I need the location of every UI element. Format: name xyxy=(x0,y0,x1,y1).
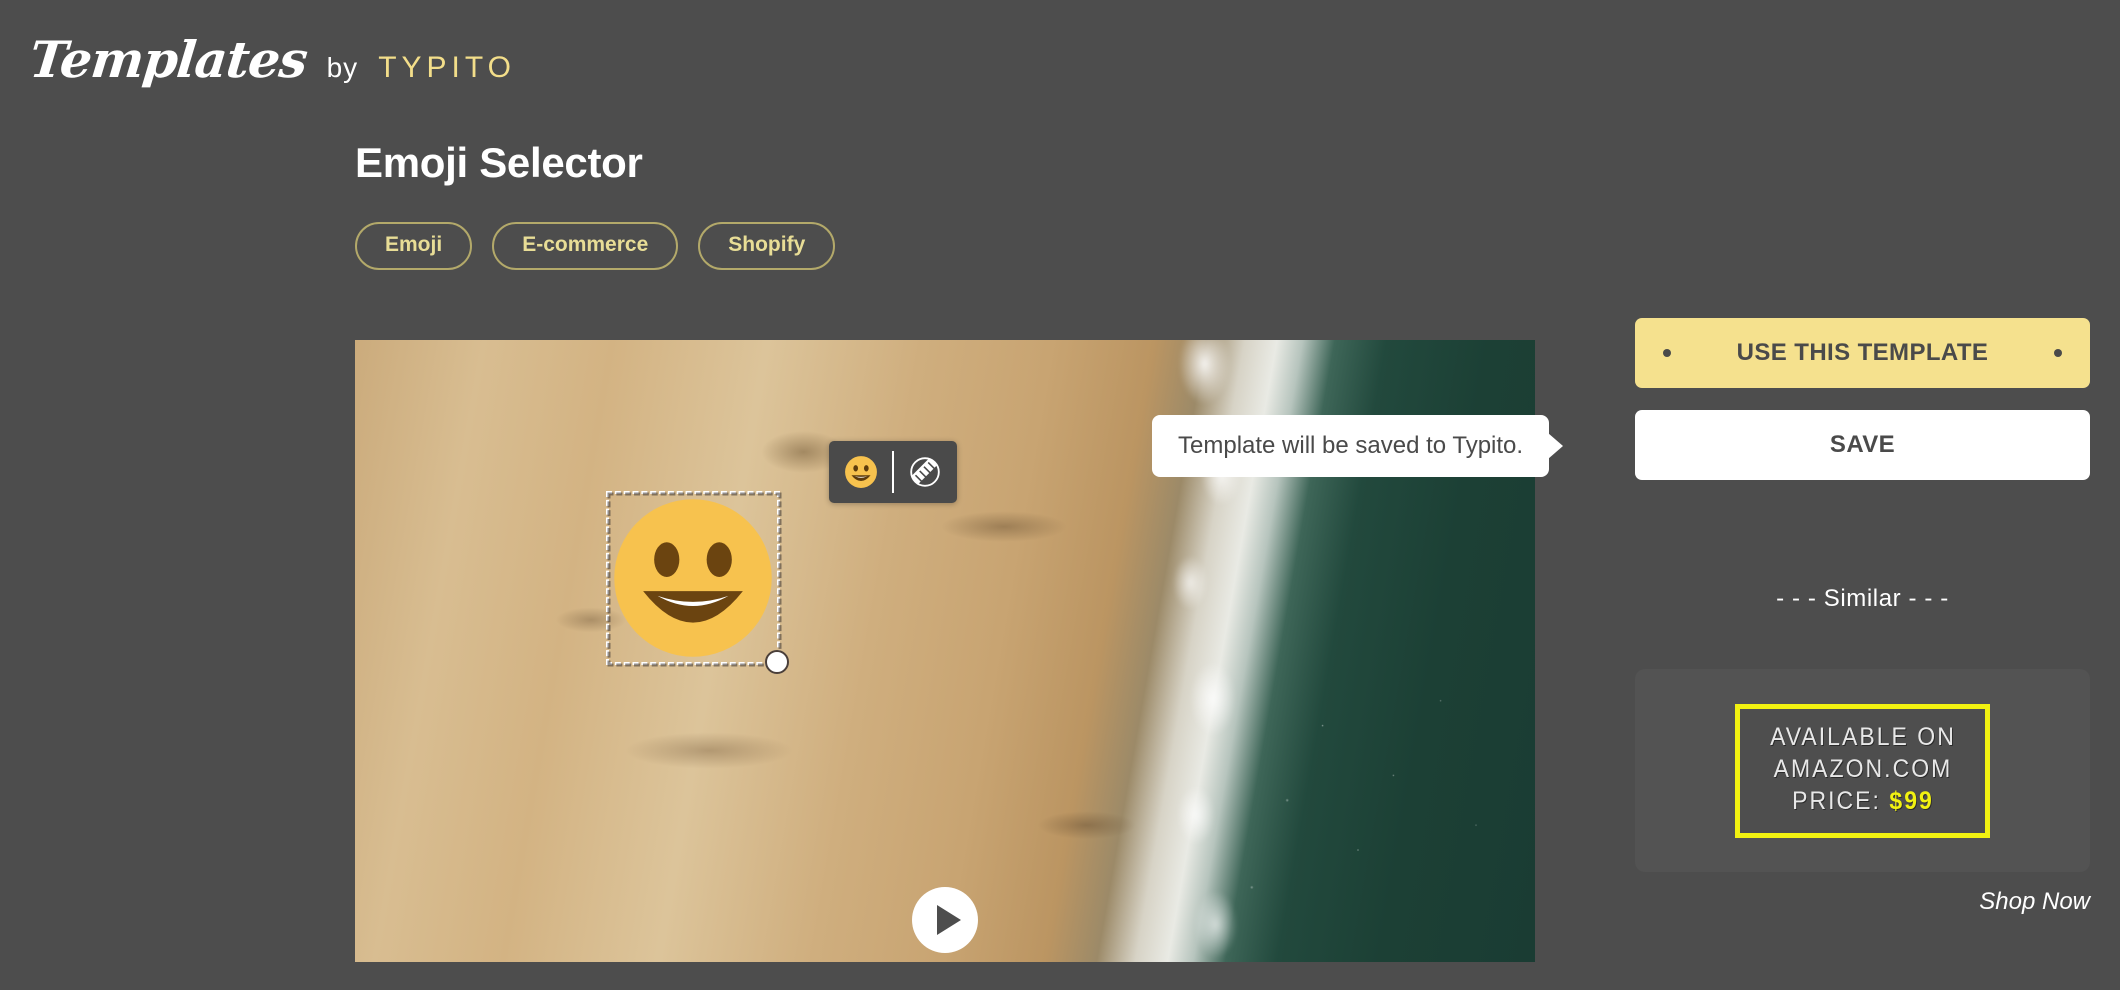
emoji-smiley-icon xyxy=(845,456,877,488)
play-triangle-icon xyxy=(936,905,961,935)
amazon-line-2: AMAZON.COM xyxy=(1773,754,1952,783)
brand-logo[interactable]: Templates by TYPITO xyxy=(26,29,516,89)
page-title: Emoji Selector xyxy=(355,139,643,186)
use-this-template-label: USE THIS TEMPLATE xyxy=(1736,339,1989,366)
amazon-line-1: AVAILABLE ON xyxy=(1769,722,1956,751)
toolbar-divider xyxy=(892,451,894,493)
tag-emoji[interactable]: Emoji xyxy=(355,222,473,271)
element-toolbar[interactable] xyxy=(829,441,957,503)
logo-templates-wordmark: Templates xyxy=(26,29,310,89)
use-this-template-button[interactable]: USE THIS TEMPLATE xyxy=(1635,318,2090,388)
emoji-picker-button[interactable] xyxy=(835,446,887,498)
play-button[interactable] xyxy=(912,887,978,953)
opacity-hatched-circle-icon xyxy=(910,457,940,487)
similar-section-heading: - - - Similar - - - xyxy=(1776,585,1949,612)
amazon-price-line: PRICE: $99 xyxy=(1770,785,1956,817)
selected-emoji-element[interactable] xyxy=(606,491,789,674)
tag-list: Emoji E-commerce Shopify xyxy=(355,222,1535,271)
amazon-price-label: PRICE: xyxy=(1791,786,1881,815)
save-tooltip: Template will be saved to Typito. xyxy=(1152,415,1550,477)
resize-handle-bottom-right[interactable] xyxy=(765,650,789,674)
action-rail: USE THIS TEMPLATE SAVE - - - Similar - -… xyxy=(1635,318,2090,916)
save-button[interactable]: SAVE xyxy=(1635,410,2090,480)
grinning-face-emoji xyxy=(614,499,772,657)
logo-typito-wordmark: TYPITO xyxy=(378,50,516,84)
logo-by-text: by xyxy=(326,51,359,83)
page-header: Templates by TYPITO xyxy=(0,0,2120,118)
bullet-dot-left-icon xyxy=(1663,349,1671,357)
save-tooltip-text: Template will be saved to Typito. xyxy=(1178,432,1524,459)
amazon-price-value: $99 xyxy=(1888,786,1934,815)
bullet-dot-right-icon xyxy=(2054,349,2062,357)
shop-now-link[interactable]: Shop Now xyxy=(1635,888,2090,916)
opacity-button[interactable] xyxy=(899,446,951,498)
tag-shopify[interactable]: Shopify xyxy=(698,222,836,271)
amazon-callout-box: AVAILABLE ON AMAZON.COM PRICE: $99 xyxy=(1734,703,1991,838)
template-info: Emoji Selector Emoji E-commerce Shopify xyxy=(355,139,1535,271)
tag-e-commerce[interactable]: E-commerce xyxy=(492,222,679,271)
similar-template-card[interactable]: AVAILABLE ON AMAZON.COM PRICE: $99 xyxy=(1635,669,2090,872)
